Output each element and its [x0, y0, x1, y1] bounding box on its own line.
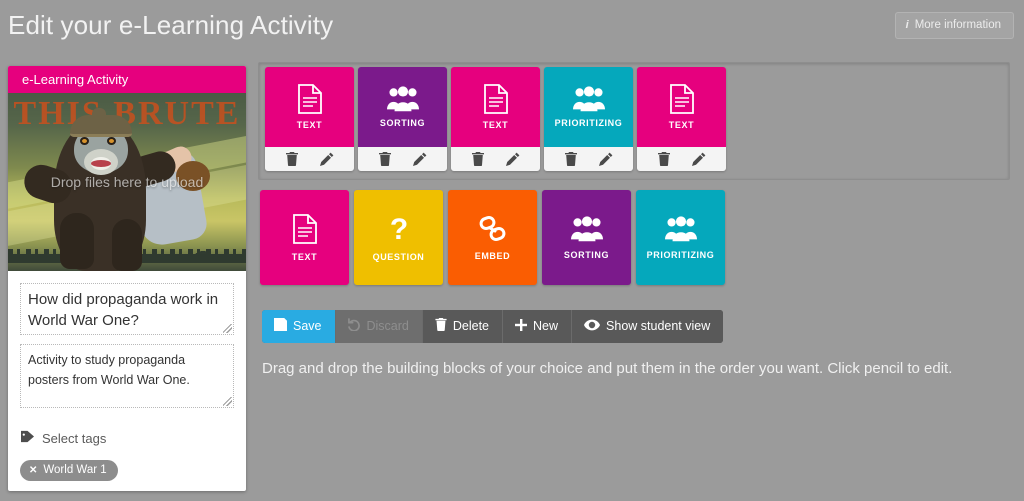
sequence-block-4[interactable]: PRIORITIZING — [544, 67, 633, 171]
sequence-block-5[interactable]: TEXT — [637, 67, 726, 171]
sequence-block-face[interactable]: TEXT — [451, 67, 540, 147]
tag-chip-label: World War 1 — [43, 464, 107, 476]
users-icon — [570, 215, 603, 242]
pencil-icon[interactable] — [691, 152, 706, 166]
sequence-block-2[interactable]: SORTING — [358, 67, 447, 171]
sequence-block-label: TEXT — [296, 120, 323, 130]
sequence-block-actions — [544, 147, 633, 171]
trash-icon — [435, 318, 447, 334]
link-icon — [478, 215, 508, 243]
eye-icon — [584, 319, 601, 334]
activity-card-body: Select tags ✕ World War 1 — [8, 271, 246, 491]
activity-sequence-dropzone[interactable]: TEXT SORTING TEXT PRIORITIZING TEXT — [258, 62, 1010, 180]
palette-tile-label: QUESTION — [372, 251, 425, 262]
sequence-block-actions — [358, 147, 447, 171]
edit-activity-page: Edit your e-Learning Activity i More inf… — [0, 0, 1024, 501]
palette-tile-sorting[interactable]: SORTING — [542, 190, 631, 285]
users-icon — [572, 86, 605, 112]
floppy-icon — [274, 318, 287, 334]
palette-tile-question[interactable]: ? QUESTION — [354, 190, 443, 285]
plus-icon — [515, 318, 528, 334]
sequence-block-3[interactable]: TEXT — [451, 67, 540, 171]
pencil-icon[interactable] — [319, 152, 334, 166]
pencil-icon[interactable] — [412, 152, 427, 166]
building-block-palette: TEXT ? QUESTION EMBED SORTING PRIORITIZI… — [260, 190, 725, 285]
sequence-block-face[interactable]: PRIORITIZING — [544, 67, 633, 147]
undo-icon — [347, 318, 361, 334]
sequence-block-1[interactable]: TEXT — [265, 67, 354, 171]
trash-icon[interactable] — [657, 152, 670, 166]
drag-drop-hint-text: Drag and drop the building blocks of you… — [262, 360, 953, 377]
pencil-icon[interactable] — [598, 152, 613, 166]
more-information-label: More information — [914, 19, 1001, 31]
select-tags-control[interactable]: Select tags — [20, 430, 234, 446]
sequence-block-face[interactable]: TEXT — [637, 67, 726, 147]
delete-button[interactable]: Delete — [422, 310, 504, 343]
palette-tile-label: PRIORITIZING — [646, 249, 715, 260]
activity-description-input[interactable] — [20, 344, 234, 408]
sequence-block-label: PRIORITIZING — [554, 118, 623, 128]
activity-image-dropzone[interactable]: THIS BRUTE Drop files here to upload — [8, 93, 246, 271]
discard-button-label: Discard — [366, 319, 409, 333]
pencil-icon[interactable] — [505, 152, 520, 166]
sequence-block-face[interactable]: SORTING — [358, 67, 447, 147]
question-icon: ? — [388, 214, 410, 244]
sequence-block-label: TEXT — [482, 120, 509, 130]
sequence-block-actions — [451, 147, 540, 171]
activity-card: e-Learning Activity THIS BRUTE Drop file… — [8, 66, 246, 491]
trash-icon[interactable] — [471, 152, 484, 166]
editor-toolbar: Save Discard Delete New Show student vie… — [262, 310, 724, 343]
sequence-block-label: TEXT — [668, 120, 695, 130]
new-button-label: New — [533, 319, 559, 333]
palette-tile-text[interactable]: TEXT — [260, 190, 349, 285]
trash-icon[interactable] — [564, 152, 577, 166]
sequence-block-label: SORTING — [379, 118, 426, 128]
document-icon — [292, 213, 318, 244]
trash-icon[interactable] — [285, 152, 298, 166]
page-title: Edit your e-Learning Activity — [8, 10, 334, 40]
activity-description-wrapper — [20, 344, 234, 408]
users-icon — [386, 86, 419, 112]
tag-icon — [20, 430, 35, 446]
document-icon — [669, 84, 695, 114]
new-button[interactable]: New — [503, 310, 573, 343]
save-button[interactable]: Save — [262, 310, 336, 343]
palette-tile-label: TEXT — [291, 251, 318, 262]
sequence-block-face[interactable]: TEXT — [265, 67, 354, 147]
document-icon — [483, 84, 509, 114]
svg-text:?: ? — [389, 214, 407, 244]
select-tags-label: Select tags — [42, 430, 107, 446]
users-icon — [664, 215, 697, 242]
sequence-block-actions — [265, 147, 354, 171]
delete-button-label: Delete — [452, 319, 490, 333]
show-student-view-label: Show student view — [606, 319, 711, 333]
document-icon — [297, 84, 323, 114]
drop-files-overlay-label[interactable]: Drop files here to upload — [8, 93, 246, 271]
discard-button[interactable]: Discard — [335, 310, 423, 343]
sequence-block-actions — [637, 147, 726, 171]
activity-title-input[interactable] — [20, 283, 234, 335]
info-icon: i — [905, 19, 909, 31]
activity-title-wrapper — [20, 283, 234, 335]
trash-icon[interactable] — [378, 152, 391, 166]
palette-tile-prioritizing[interactable]: PRIORITIZING — [636, 190, 725, 285]
close-icon[interactable]: ✕ — [29, 465, 37, 476]
palette-tile-label: SORTING — [563, 249, 610, 260]
more-information-button[interactable]: i More information — [894, 12, 1014, 39]
activity-card-header: e-Learning Activity — [8, 66, 246, 93]
save-button-label: Save — [293, 319, 322, 333]
palette-tile-label: EMBED — [474, 250, 511, 261]
tag-chip-world-war-1[interactable]: ✕ World War 1 — [20, 460, 118, 481]
show-student-view-button[interactable]: Show student view — [572, 310, 724, 343]
palette-tile-embed[interactable]: EMBED — [448, 190, 537, 285]
